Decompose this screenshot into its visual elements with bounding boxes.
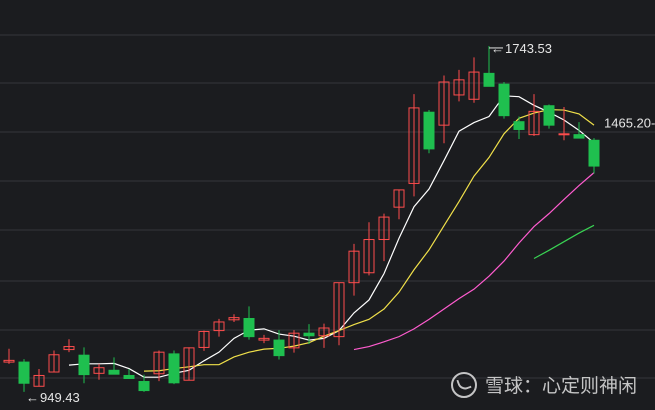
candle-body (108, 369, 120, 375)
chart-canvas: 1743.53←←949.431465.20-1471 (0, 34, 655, 405)
snowball-logo-icon (450, 371, 477, 398)
candle-body (273, 339, 285, 357)
candle-body (588, 139, 600, 167)
candle-body (138, 381, 150, 392)
watermark: 雪球：心定则神闲 (450, 371, 637, 398)
candle-body (243, 318, 255, 338)
candle-body (303, 332, 315, 337)
candle-body (483, 72, 495, 87)
candle-body (18, 361, 30, 384)
high-label: 1743.53 (505, 41, 552, 56)
candlestick-chart: 1743.53←←949.431465.20-1471 雪球：心定则神闲 (0, 0, 655, 410)
candle-body (573, 134, 585, 139)
candle-body (168, 353, 180, 384)
ma-line (68, 95, 595, 378)
ma-line (353, 172, 595, 351)
candle-body (498, 83, 510, 117)
candle-body (513, 121, 525, 130)
candle-body (558, 133, 570, 136)
low-label: 949.43 (40, 390, 80, 405)
high-arrow: ← (491, 41, 504, 56)
candle-body (423, 111, 435, 150)
candle-body (78, 354, 90, 376)
range-label: 1465.20-1471 (604, 115, 655, 130)
low-arrow: ← (26, 390, 39, 405)
watermark-text: 雪球：心定则神闲 (484, 375, 637, 397)
candle-body (123, 374, 135, 379)
candle-body (543, 105, 555, 126)
